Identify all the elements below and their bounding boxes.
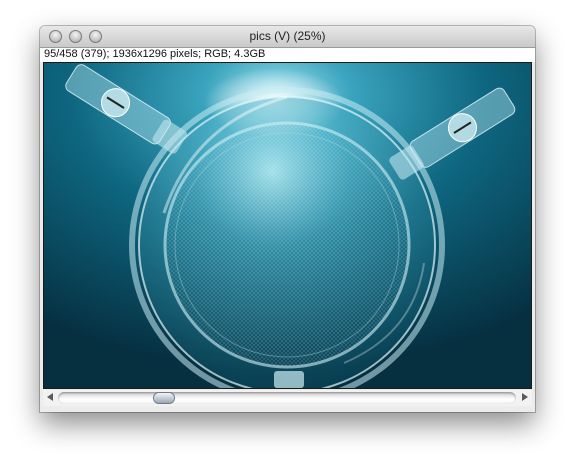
image-window: pics (V) (25%) 95/458 (379); 1936x1296 p…: [40, 26, 535, 412]
arrow-left-icon[interactable]: [47, 393, 53, 401]
scroll-track[interactable]: [58, 392, 516, 404]
arrow-right-icon[interactable]: [522, 393, 528, 401]
window-title: pics (V) (25%): [249, 29, 326, 43]
title-bar[interactable]: pics (V) (25%): [40, 26, 535, 48]
underwater-photo-icon: [44, 63, 531, 388]
horizontal-scrollbar[interactable]: [43, 390, 532, 406]
scroll-thumb[interactable]: [154, 393, 174, 403]
image-info: 95/458 (379); 1936x1296 pixels; RGB; 4.3…: [44, 48, 266, 60]
image-canvas[interactable]: [43, 62, 532, 389]
info-bar: 95/458 (379); 1936x1296 pixels; RGB; 4.3…: [40, 48, 535, 62]
